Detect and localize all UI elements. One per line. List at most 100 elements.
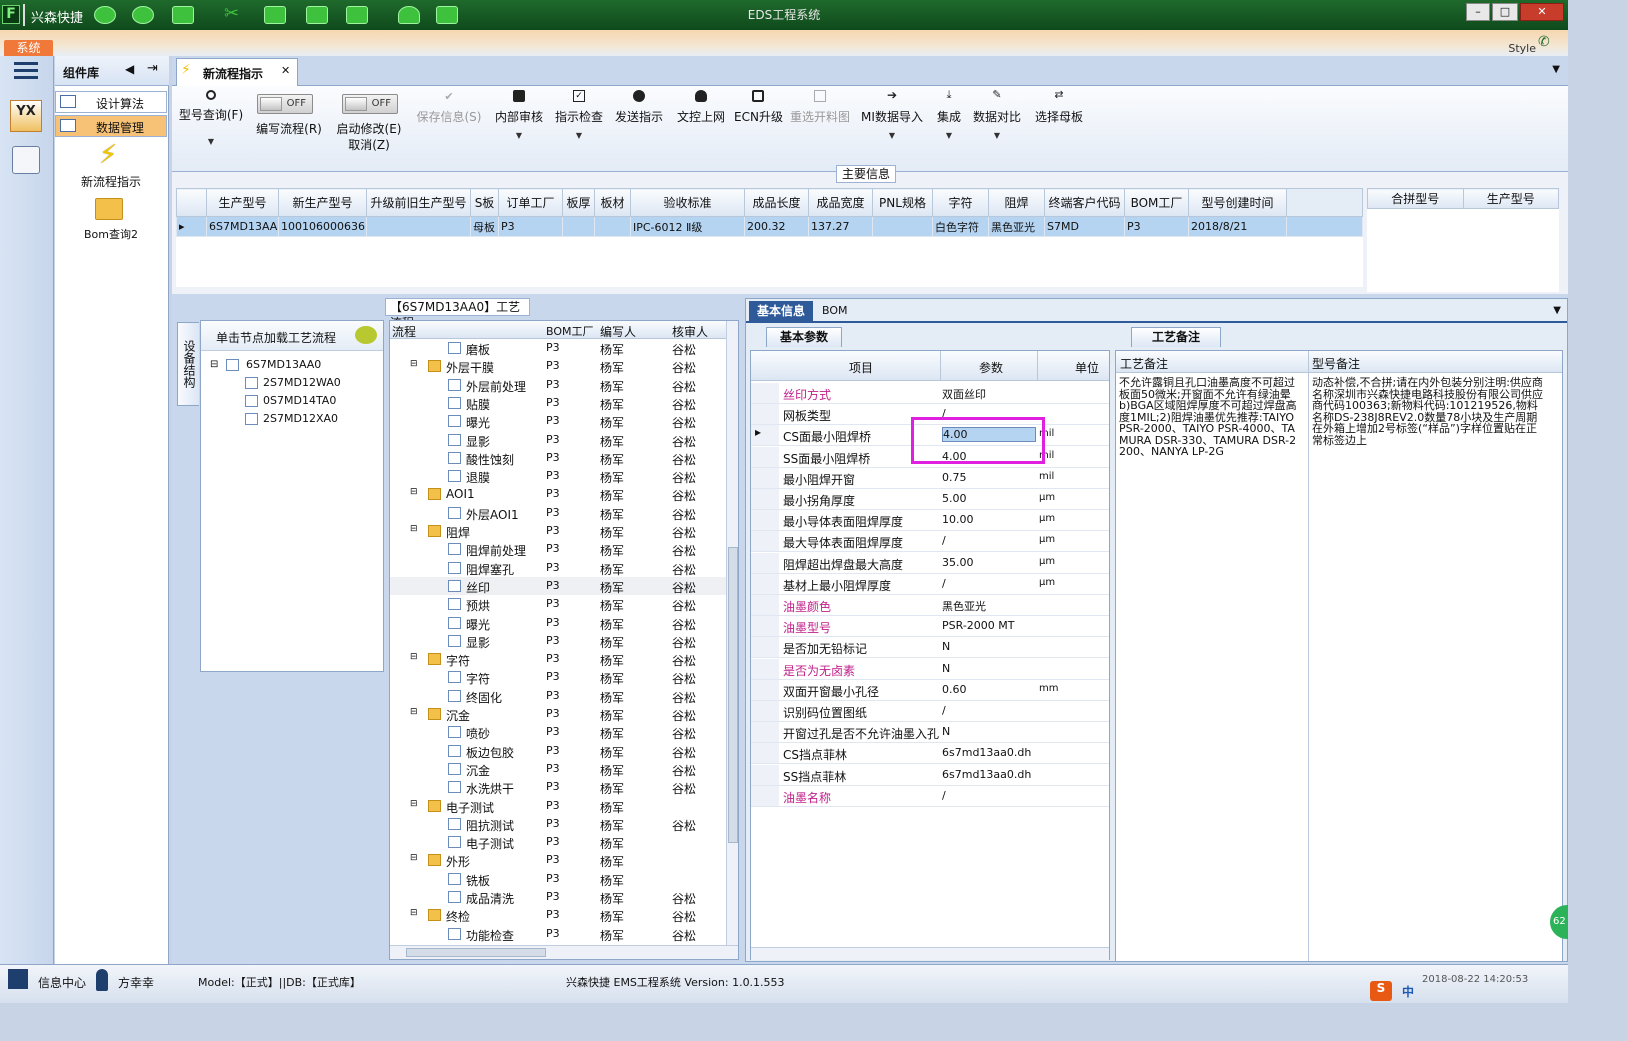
main-info-header[interactable]: BOM工厂 <box>1124 188 1189 217</box>
model-note-text[interactable]: 动态补偿,不合拼;请在内外包装分别注明:供应商名称深圳市兴森快捷电路科技股份有限… <box>1312 377 1544 446</box>
main-info-cell[interactable]: S7MD <box>1044 216 1125 237</box>
tree-child-node[interactable]: 2S7MD12WA0 <box>263 376 341 389</box>
param-value[interactable]: N <box>942 640 950 653</box>
collapse-left-icon[interactable]: ◀ <box>125 62 134 76</box>
flow-row[interactable]: 贴膜 P3 杨军 谷松 <box>390 394 726 412</box>
param-row[interactable]: 丝印方式 双面丝印 <box>751 383 1109 404</box>
param-row[interactable]: 最小阻焊开窗 0.75 mil <box>751 467 1109 489</box>
main-info-header[interactable]: 板厚 <box>562 188 595 217</box>
main-info-header[interactable]: 生产型号 <box>206 188 279 217</box>
collapse-icon[interactable]: ⊟ <box>410 652 418 662</box>
main-info-header[interactable]: 验收标准 <box>630 188 745 217</box>
flow-row[interactable]: 字符 P3 杨军 谷松 <box>390 668 726 686</box>
flow-row[interactable]: 丝印 P3 杨军 谷松 <box>390 576 726 595</box>
edit-flow-toggle[interactable]: OFF <box>257 94 313 114</box>
new-flow-instruction-item[interactable]: 新流程指示 <box>55 173 167 190</box>
param-value[interactable]: / <box>942 789 946 802</box>
flow-row[interactable]: 沉金 P3 杨军 谷松 <box>390 760 726 778</box>
start-modify-toggle[interactable]: OFF <box>342 94 398 114</box>
ecn-upgrade-button[interactable]: ECN升级 <box>734 86 783 172</box>
flow-row[interactable]: 阻焊塞孔 P3 杨军 谷松 <box>390 559 726 577</box>
main-info-cell[interactable]: 137.27 <box>808 216 873 237</box>
flow-horizontal-scrollbar[interactable] <box>390 945 738 959</box>
flow-row[interactable]: ⊟ 外形 P3 杨军 <box>390 851 726 869</box>
ime-mode[interactable]: 中 <box>1402 983 1414 1000</box>
param-row[interactable]: 最小拐角厚度 5.00 μm <box>751 489 1109 510</box>
flow-row[interactable]: 磨板 P3 杨军 谷松 <box>390 339 726 357</box>
main-info-cell[interactable]: 6S7MD13AA0 <box>206 216 279 237</box>
system-menu-button[interactable]: 系统 <box>4 40 53 56</box>
flow-row[interactable]: ⊟ 终检 P3 杨军 谷松 <box>390 906 726 924</box>
phone-icon[interactable]: ✆ <box>1538 34 1554 50</box>
menu-icon[interactable] <box>14 62 38 65</box>
windows-icon[interactable] <box>8 969 28 989</box>
param-row[interactable]: 阻焊超出焊盘最大高度 35.00 μm <box>751 552 1109 574</box>
param-value[interactable]: 4.00 <box>942 427 1036 443</box>
param-row[interactable]: 开窗过孔是否不允许油墨入孔 N <box>751 722 1109 744</box>
param-row[interactable]: 油墨名称 / <box>751 785 1109 807</box>
param-value[interactable]: 10.00 <box>942 513 974 526</box>
flow-row[interactable]: 电子测试 P3 杨军 <box>390 833 726 851</box>
save-info-button[interactable]: ✔ 保存信息(S) <box>414 86 484 172</box>
flow-row[interactable]: 曝光 P3 杨军 谷松 <box>390 614 726 632</box>
param-row[interactable]: 最大导体表面阻焊厚度 / μm <box>751 531 1109 553</box>
main-info-header[interactable]: S板 <box>470 188 499 217</box>
param-value[interactable]: 35.00 <box>942 556 974 569</box>
process-note-text[interactable]: 不允许露铜且孔口油墨高度不可超过板面50微米;开窗面不允许有绿油晕b)BGA区域… <box>1119 377 1299 458</box>
flow-row[interactable]: ⊟ 外层干膜 P3 杨军 谷松 <box>390 357 726 375</box>
tab-basic-info[interactable]: 基本信息 <box>749 301 813 321</box>
chevron-down-icon[interactable]: ▼ <box>1553 305 1561 316</box>
model-query-button[interactable]: 型号查询(F) ▼ <box>178 86 244 172</box>
param-row[interactable]: 双面开窗最小孔径 0.60 mm <box>751 679 1109 701</box>
param-value[interactable]: PSR-2000 MT <box>942 619 1014 632</box>
param-value[interactable]: 0.60 <box>942 683 967 696</box>
main-info-header[interactable]: 新生产型号 <box>278 188 367 217</box>
lightning-icon[interactable]: ⚡ <box>99 140 117 170</box>
param-value[interactable]: 双面丝印 <box>942 386 986 402</box>
flow-row[interactable]: 板边包胶 P3 杨军 谷松 <box>390 742 726 760</box>
minimize-icon[interactable]: – <box>1466 3 1490 21</box>
main-info-cell[interactable]: IPC-6012 Ⅱ级 <box>630 216 745 237</box>
collapse-icon[interactable]: ⊟ <box>410 359 418 369</box>
component-item-design-algorithm[interactable]: 设计算法 <box>55 91 167 113</box>
main-info-header[interactable]: 订单工厂 <box>498 188 563 217</box>
flow-row[interactable]: 铣板 P3 杨军 <box>390 870 726 888</box>
main-info-cell[interactable] <box>872 216 933 237</box>
flow-row[interactable]: 酸性蚀刻 P3 杨军 谷松 <box>390 449 726 467</box>
reselect-image-button[interactable]: 重选开料图 <box>788 86 852 172</box>
main-info-cell[interactable]: 200.32 <box>744 216 809 237</box>
param-row[interactable]: 油墨颜色 黑色亚光 <box>751 595 1109 616</box>
param-row[interactable]: 是否为无卤素 N <box>751 658 1109 680</box>
main-info-header[interactable]: 升级前旧生产型号 <box>366 188 471 217</box>
yx-factory-icon[interactable]: YX <box>10 100 42 132</box>
data-compare-button[interactable]: ✎ 数据对比 ▼ <box>972 86 1022 172</box>
flow-row[interactable]: ⊟ 沉金 P3 杨军 谷松 <box>390 705 726 723</box>
main-info-cell[interactable]: 黑色亚光 <box>988 216 1045 237</box>
pin-icon[interactable]: ⇥ <box>147 61 158 76</box>
flow-row[interactable]: 显影 P3 杨军 谷松 <box>390 632 726 650</box>
tree-child-node[interactable]: 0S7MD14TA0 <box>263 394 336 407</box>
main-info-header[interactable]: 阻焊 <box>988 188 1045 217</box>
flow-row[interactable]: 外层AOI1 P3 杨军 谷松 <box>390 504 726 522</box>
style-menu[interactable]: Style <box>1508 42 1536 55</box>
instruction-check-button[interactable]: ✓ 指示检查 ▼ <box>552 86 606 172</box>
tab-close-icon[interactable]: ✕ <box>281 64 290 77</box>
param-row[interactable]: 基材上最小阻焊厚度 / μm <box>751 573 1109 595</box>
param-row[interactable]: ▸ CS面最小阻焊桥 4.00 mil <box>751 425 1109 447</box>
collapse-icon[interactable]: ⊟ <box>410 707 418 717</box>
flow-row[interactable]: 终固化 P3 杨军 谷松 <box>390 687 726 705</box>
param-value[interactable]: / <box>942 534 946 547</box>
flow-row[interactable]: 显影 P3 杨军 谷松 <box>390 431 726 449</box>
main-info-cell[interactable]: 2018/8/21 <box>1188 216 1287 237</box>
flow-row[interactable]: 阻抗测试 P3 杨军 谷松 <box>390 815 726 833</box>
calculator-icon[interactable] <box>12 146 40 174</box>
param-value[interactable]: / <box>942 577 946 590</box>
param-value[interactable]: 黑色亚光 <box>942 598 986 614</box>
param-row[interactable]: 是否加无铅标记 N <box>751 637 1109 659</box>
expand-icon[interactable]: ⊟ <box>210 359 218 370</box>
flow-row[interactable]: 成品清洗 P3 杨军 谷松 <box>390 888 726 906</box>
flow-row[interactable]: 曝光 P3 杨军 谷松 <box>390 412 726 430</box>
param-value[interactable]: 4.00 <box>942 450 967 463</box>
tab-process-notes[interactable]: 工艺备注 <box>1131 327 1221 347</box>
flow-row[interactable]: 预烘 P3 杨军 谷松 <box>390 595 726 613</box>
